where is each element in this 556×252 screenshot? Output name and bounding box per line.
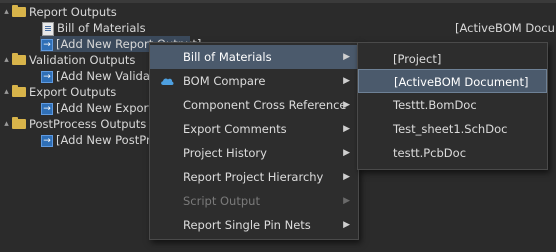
folder-icon [12, 117, 26, 129]
tree-label: Report Outputs [29, 5, 117, 19]
submenu-arrow-icon: ▶ [343, 172, 350, 182]
menu-item-report-single-pin-nets[interactable]: Report Single Pin Nets ▶ [150, 213, 358, 237]
menu-item-component-cross-reference[interactable]: Component Cross Reference ▶ [150, 93, 358, 117]
submenu-arrow-icon: ▶ [343, 52, 350, 62]
cloud-icon [161, 78, 174, 85]
folder-icon [12, 5, 26, 17]
tree-label: Export Outputs [29, 85, 117, 99]
menu-item-label: Bill of Materials [183, 50, 272, 64]
tree-label: Validation Outputs [29, 53, 136, 67]
document-icon [42, 22, 54, 36]
context-menu: Bill of Materials ▶ BOM Compare ▶ Compon… [149, 42, 359, 240]
tree-row-validation-outputs[interactable]: ▴ Validation Outputs [0, 52, 150, 68]
menu-item-script-output: Script Output ▶ [150, 189, 358, 213]
top-divider [0, 0, 556, 3]
submenu-item-test-sheet1-schdoc[interactable]: Test_sheet1.SchDoc [366, 117, 547, 141]
add-icon: → [41, 39, 53, 51]
folder-icon [12, 85, 26, 97]
menu-item-project-history[interactable]: Project History ▶ [150, 141, 358, 165]
menu-item-label: Test_sheet1.SchDoc [393, 122, 508, 136]
menu-item-label: BOM Compare [183, 74, 266, 88]
collapse-icon[interactable]: ▴ [2, 4, 11, 20]
tree-label: PostProcess Outputs [29, 117, 147, 131]
submenu-item-testt-pcbdoc[interactable]: testt.PcbDoc [366, 141, 547, 165]
menu-item-label: testt.PcbDoc [393, 146, 467, 160]
submenu-arrow-icon: ▶ [343, 100, 350, 110]
menu-item-label: Script Output [183, 194, 260, 208]
menu-item-export-comments[interactable]: Export Comments ▶ [150, 117, 358, 141]
bill-of-materials-submenu: [Project] [ActiveBOM Document] Testtt.Bo… [357, 42, 548, 170]
submenu-item-testtt-bomdoc[interactable]: Testtt.BomDoc [366, 93, 547, 117]
tree-row-postprocess-outputs[interactable]: ▴ PostProcess Outputs [0, 116, 150, 132]
menu-item-label: [Project] [393, 52, 442, 66]
menu-item-label: Report Project Hierarchy [183, 170, 324, 184]
folder-icon [12, 53, 26, 65]
menu-item-label: Report Single Pin Nets [183, 218, 311, 232]
menu-item-label: Project History [183, 146, 267, 160]
submenu-item-activebom-document[interactable]: [ActiveBOM Document] [358, 69, 547, 93]
menu-item-bom-compare[interactable]: BOM Compare ▶ [150, 69, 358, 93]
submenu-item-project[interactable]: [Project] [366, 47, 547, 71]
submenu-arrow-icon: ▶ [343, 148, 350, 158]
tree-row-bill-of-materials[interactable]: Bill of Materials [ActiveBOM Docu [0, 20, 556, 36]
tree-row-add-new-export[interactable]: → [Add New Export O [40, 100, 166, 116]
add-icon: → [41, 135, 53, 147]
tree-label: [Add New Validati [56, 69, 158, 83]
menu-item-label: [ActiveBOM Document] [394, 75, 529, 89]
collapse-icon[interactable]: ▴ [2, 116, 11, 132]
tree-row-export-outputs[interactable]: ▴ Export Outputs [0, 84, 150, 100]
add-icon: → [41, 103, 53, 115]
submenu-arrow-icon: ▶ [343, 124, 350, 134]
submenu-arrow-icon: ▶ [343, 220, 350, 230]
submenu-arrow-icon: ▶ [343, 76, 350, 86]
menu-item-report-project-hierarchy[interactable]: Report Project Hierarchy ▶ [150, 165, 358, 189]
submenu-arrow-icon: ▶ [343, 196, 350, 206]
tree-label: [Add New PostPro [56, 133, 158, 147]
tree-row-report-outputs[interactable]: ▴ Report Outputs [0, 4, 556, 20]
tree-label: Bill of Materials [57, 21, 146, 35]
menu-item-label: Export Comments [183, 122, 287, 136]
tree-row-add-new-validation[interactable]: → [Add New Validati [40, 68, 158, 84]
menu-item-label: Testtt.BomDoc [393, 98, 477, 112]
menu-item-label: Component Cross Reference [183, 98, 347, 112]
menu-item-bill-of-materials[interactable]: Bill of Materials ▶ [150, 45, 358, 69]
tree-row-add-new-postprocess[interactable]: → [Add New PostPro [40, 132, 157, 148]
collapse-icon[interactable]: ▴ [2, 52, 11, 68]
output-value: [ActiveBOM Docu [455, 21, 555, 35]
add-icon: → [41, 71, 53, 83]
collapse-icon[interactable]: ▴ [2, 84, 11, 100]
